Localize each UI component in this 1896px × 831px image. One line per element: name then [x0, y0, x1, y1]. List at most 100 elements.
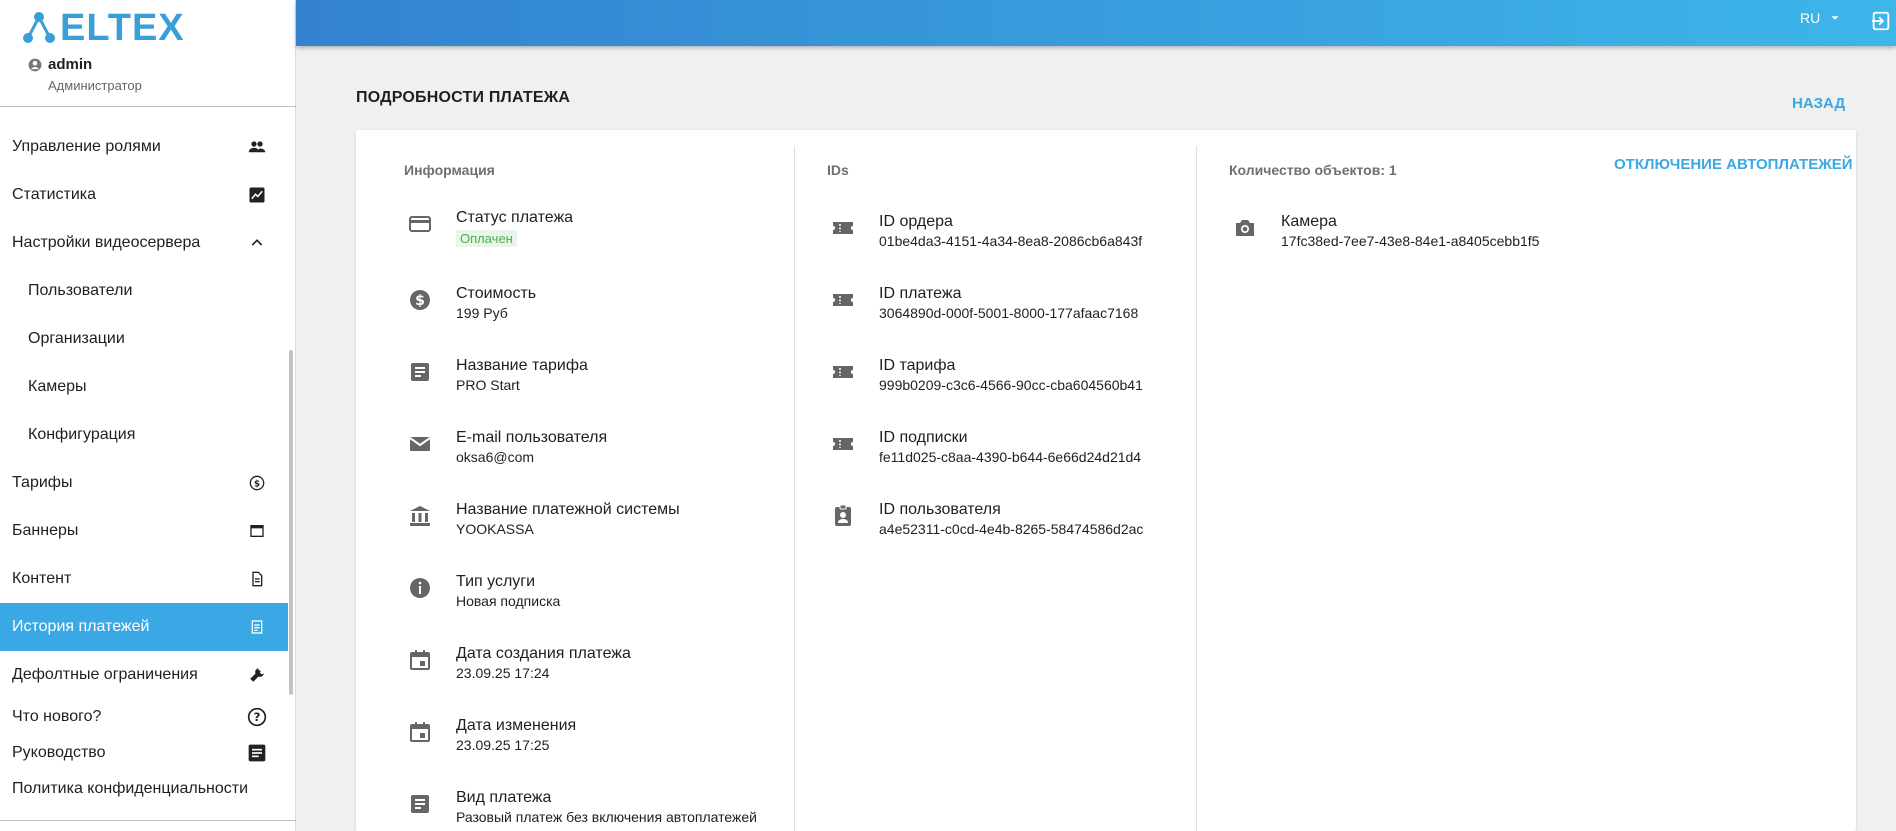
info-cost: $ Стоимость 199 Руб: [408, 284, 536, 322]
info-title: ID платежа: [879, 285, 962, 302]
svg-text:$: $: [254, 479, 260, 489]
info-title: ID ордера: [879, 213, 953, 230]
sidebar-item-statistics[interactable]: Статистика: [0, 171, 288, 219]
language-selector[interactable]: RU: [1800, 10, 1844, 26]
sidebar-item-label: Пользователи: [28, 282, 133, 299]
info-tariff-name: Название тарифа PRO Start: [408, 356, 588, 394]
info-title: ID пользователя: [879, 501, 1001, 518]
sidebar-item-label: Баннеры: [12, 522, 79, 539]
objects-heading: Количество объектов: 1: [1229, 162, 1397, 178]
chart-icon: [246, 184, 268, 206]
sidebar-divider: [0, 820, 296, 821]
info-value: 23.09.25 17:24: [456, 665, 550, 681]
article-icon: [411, 363, 429, 381]
ids-heading: IDs: [827, 162, 849, 178]
svg-text:?: ?: [254, 710, 261, 724]
document-icon: [246, 568, 268, 590]
camera-icon: [1236, 220, 1254, 236]
info-value: 01be4da3-4151-4a34-8ea8-2086cb6a843f: [879, 233, 1143, 249]
status-badge: Оплачен: [456, 230, 517, 247]
info-value: Разовый платеж без включения автоплатеже…: [456, 809, 757, 825]
info-value: 23.09.25 17:25: [456, 737, 550, 753]
info-value: 3064890d-000f-5001-8000-177afaac7168: [879, 305, 1139, 321]
brand-logo[interactable]: ELTEX: [22, 8, 185, 48]
info-value: 17fc38ed-7ee7-43e8-84e1-a8405cebb1f5: [1281, 233, 1540, 249]
ticket-icon: [833, 438, 853, 450]
sidebar-item-label: Организации: [28, 330, 125, 347]
info-value: 199 Руб: [456, 305, 508, 321]
sidebar-item-label: Настройки видеосервера: [12, 234, 201, 251]
svg-text:$: $: [415, 293, 425, 309]
sidebar-item-label: Управление ролями: [12, 138, 161, 155]
info-title: ID тарифа: [879, 357, 956, 374]
sidebar-item-label: Руководство: [12, 744, 106, 761]
logout-button[interactable]: [1870, 10, 1892, 32]
info-value: oksa6@com: [456, 449, 535, 465]
info-title: Статус платежа: [456, 209, 574, 226]
column-divider: [1196, 146, 1197, 831]
calendar-icon: [410, 650, 430, 670]
sidebar-item-guide[interactable]: Руководство: [0, 735, 288, 771]
sidebar-item-users[interactable]: Пользователи: [0, 267, 288, 315]
sidebar-item-roles[interactable]: Управление ролями: [0, 123, 288, 171]
column-divider: [794, 146, 795, 831]
sidebar-scrollbar[interactable]: [289, 350, 293, 695]
info-title: Тип услуги: [456, 573, 536, 590]
sidebar-item-banners[interactable]: Баннеры: [0, 507, 288, 555]
logo-icon: [23, 12, 55, 43]
chevron-up-icon: [246, 232, 268, 254]
ticket-icon: [833, 366, 853, 378]
page-title: ПОДРОБНОСТИ ПЛАТЕЖА: [356, 89, 571, 106]
info-title: Камера: [1281, 213, 1337, 230]
sidebar-item-organizations[interactable]: Организации: [0, 315, 288, 363]
sidebar-item-label: Политика конфиденциальности: [12, 780, 249, 797]
sidebar-item-payment-history[interactable]: История платежей: [0, 603, 288, 651]
info-value: fe11d025-c8aa-4390-b644-6e66d24d21d4: [879, 449, 1142, 465]
info-title: Дата изменения: [456, 717, 577, 734]
sidebar-item-label: Тарифы: [12, 474, 73, 491]
mail-icon: [409, 437, 431, 451]
info-title: Название тарифа: [456, 357, 588, 374]
sidebar-item-whats-new[interactable]: Что нового? ?: [0, 699, 288, 735]
object-camera[interactable]: Камера 17fc38ed-7ee7-43e8-84e1-a8405cebb…: [1233, 212, 1539, 250]
disable-autopay-button[interactable]: ОТКЛЮЧЕНИЕ АВТОПЛАТЕЖЕЙ: [1614, 156, 1853, 173]
info-service-type: Тип услуги Новая подписка: [408, 572, 560, 610]
info-value: YOOKASSA: [456, 521, 534, 537]
info-title: Вид платежа: [456, 789, 552, 806]
receipt-icon: [246, 616, 268, 638]
badge-icon: [835, 504, 851, 526]
id-payment: ID платежа 3064890d-000f-5001-8000-177af…: [831, 284, 1138, 322]
info-payment-status: Статус платежа Оплачен: [408, 208, 573, 248]
info-title: E-mail пользователя: [456, 429, 608, 446]
info-title: Название платежной системы: [456, 501, 680, 518]
info-modified-date: Дата изменения 23.09.25 17:25: [408, 716, 576, 754]
info-title: Стоимость: [456, 285, 537, 302]
info-heading: Информация: [404, 162, 495, 178]
info-value: a4e52311-c0cd-4e4b-8265-58474586d2ac: [879, 521, 1144, 537]
back-button[interactable]: НАЗАД: [1792, 95, 1845, 112]
sidebar-item-tariffs[interactable]: Тарифы $: [0, 459, 288, 507]
info-user-email: E-mail пользователя oksa6@com: [408, 428, 607, 466]
sidebar-item-label: Контент: [12, 570, 72, 587]
dollar-icon: $: [246, 472, 268, 494]
sidebar-divider: [0, 106, 296, 107]
sidebar-item-configuration[interactable]: Конфигурация: [0, 411, 288, 459]
info-created-date: Дата создания платежа 23.09.25 17:24: [408, 644, 631, 682]
info-value: PRO Start: [456, 377, 520, 393]
sidebar-item-cameras[interactable]: Камеры: [0, 363, 288, 411]
info-value: 999b0209-c3c6-4566-90cc-cba604560b41: [879, 377, 1143, 393]
people-icon: [246, 136, 268, 158]
article-icon: [246, 742, 268, 764]
sidebar-item-privacy-policy[interactable]: Политика конфиденциальности: [0, 771, 288, 807]
ticket-icon: [833, 222, 853, 234]
sidebar-item-label: Статистика: [12, 186, 97, 203]
sidebar-item-content[interactable]: Контент: [0, 555, 288, 603]
sidebar-item-default-limits[interactable]: Дефолтные ограничения: [0, 651, 288, 699]
sidebar-item-video-server-settings[interactable]: Настройки видеосервера: [0, 219, 288, 267]
id-subscription: ID подписки fe11d025-c8aa-4390-b644-6e66…: [831, 428, 1141, 466]
ticket-icon: [833, 294, 853, 306]
sidebar-item-label: Камеры: [28, 378, 87, 395]
brand-name: ELTEX: [60, 7, 185, 49]
help-icon: ?: [246, 706, 268, 728]
calendar-icon: [410, 722, 430, 742]
